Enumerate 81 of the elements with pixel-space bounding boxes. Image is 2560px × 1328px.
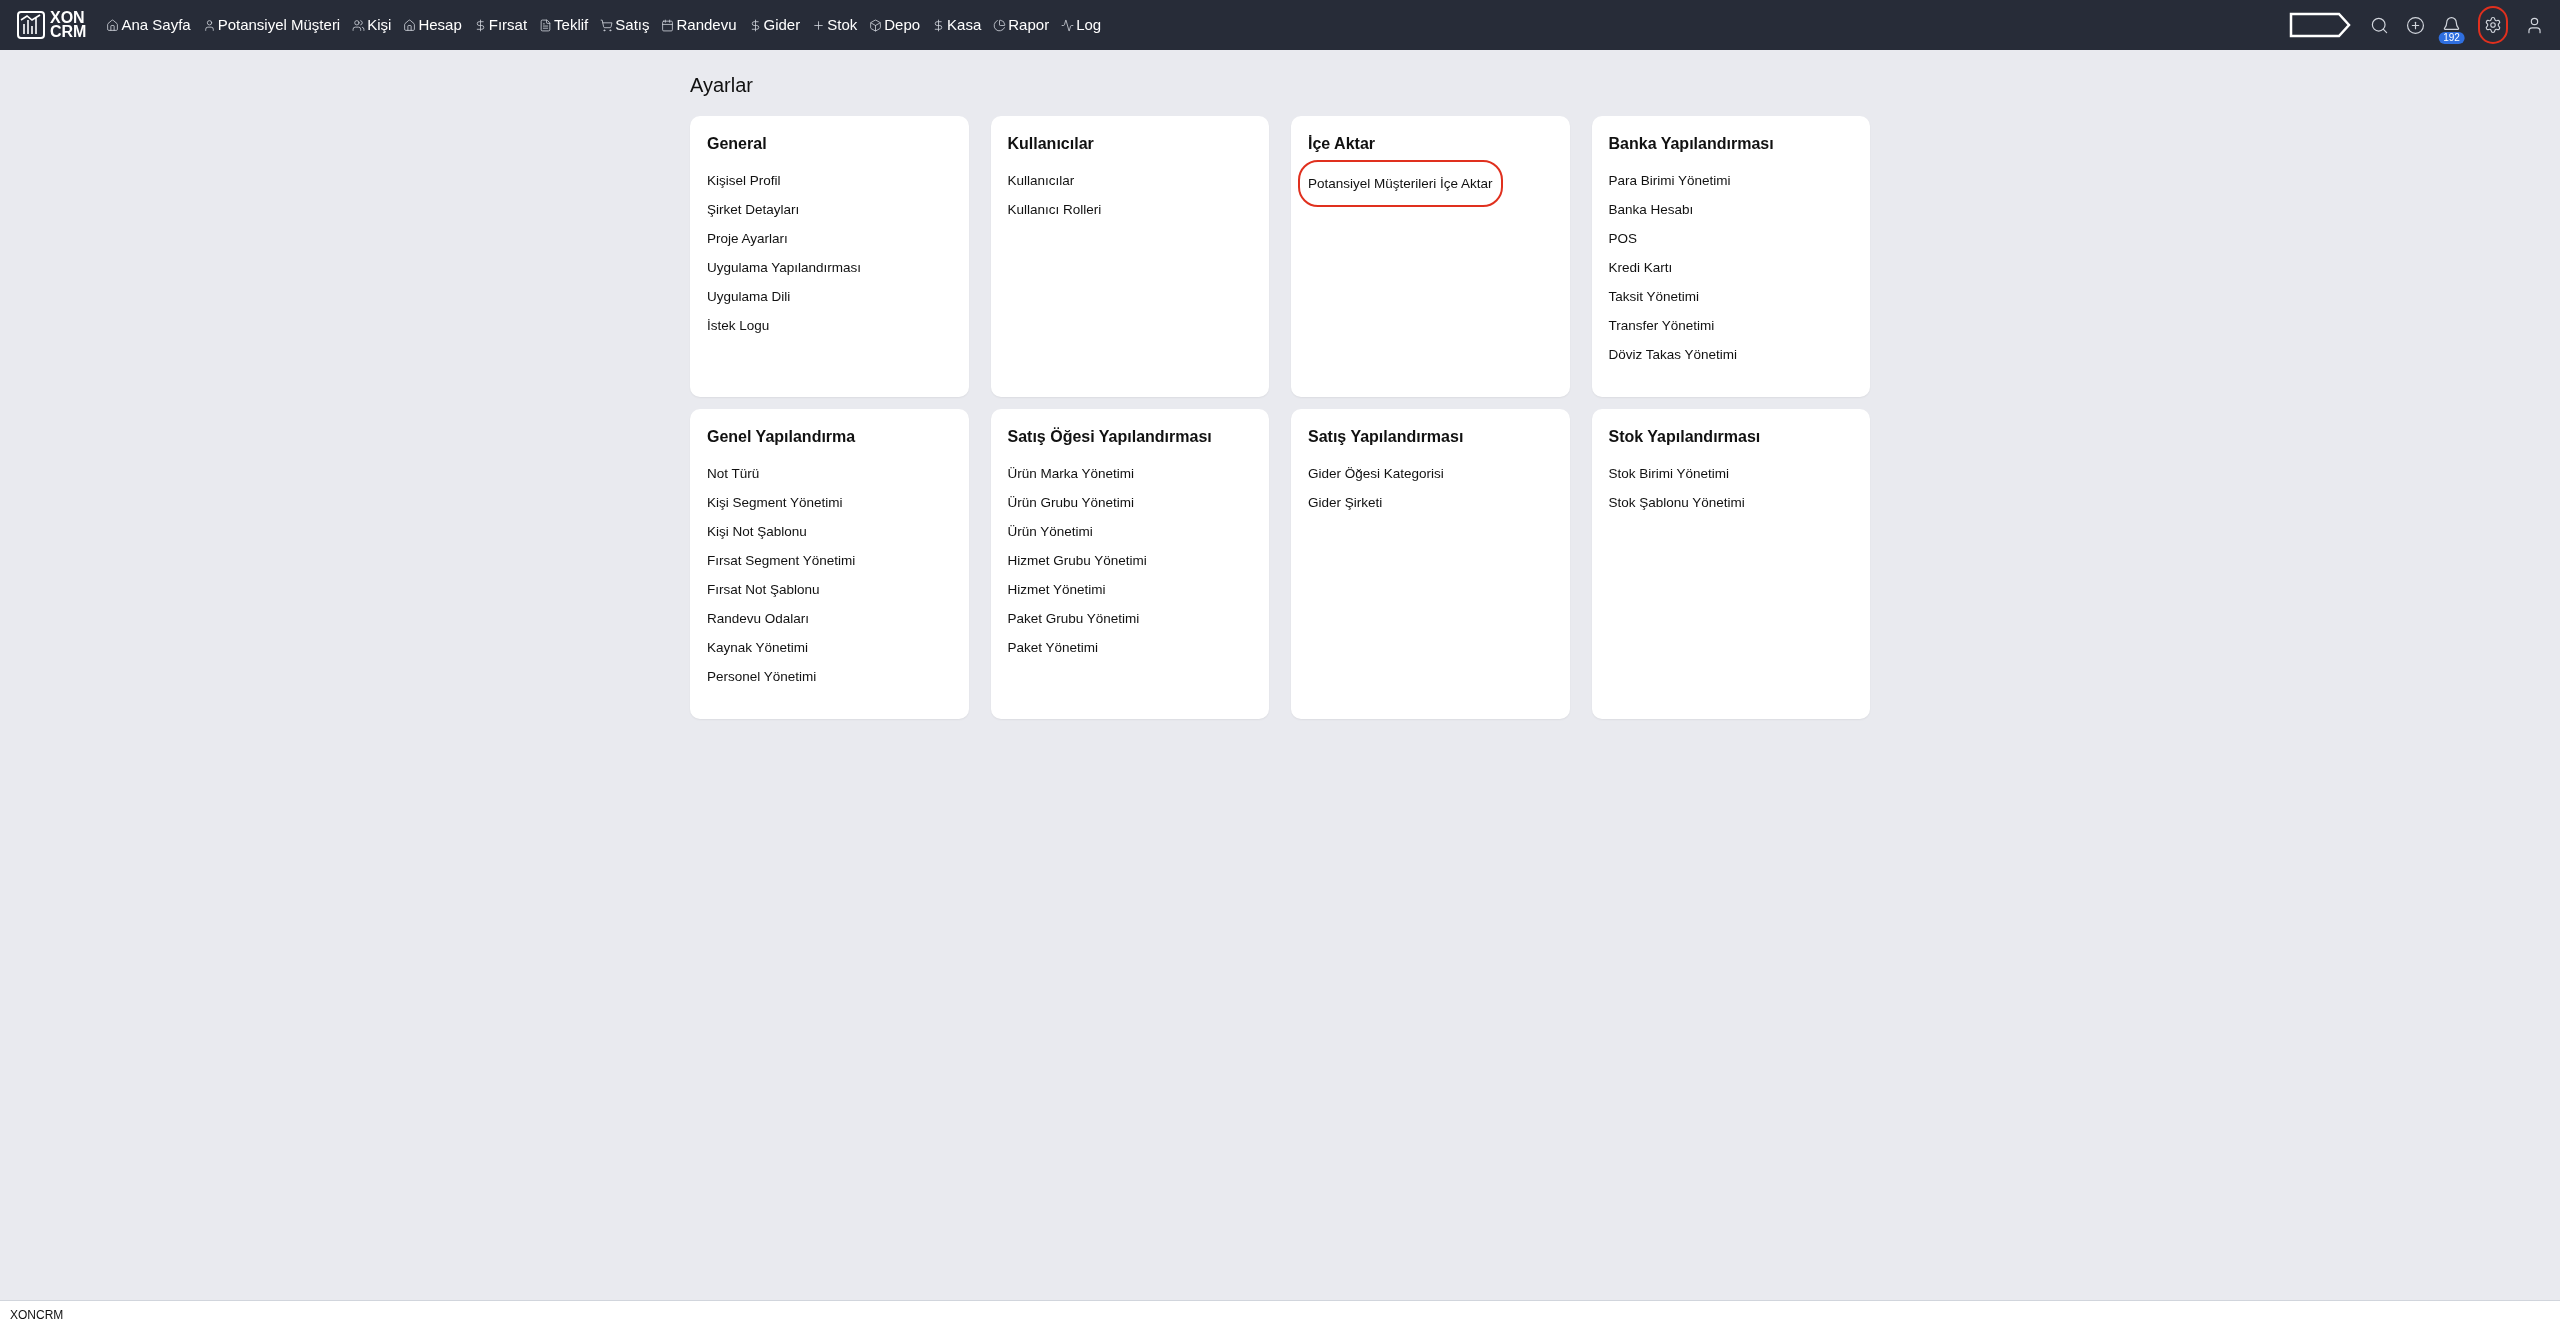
card-title: Kullanıcılar [1007,134,1095,154]
logo-text: XON [50,11,85,25]
settings-link[interactable]: Kullanıcılar [1007,166,1075,195]
settings-link[interactable]: Kaynak Yönetimi [707,633,809,662]
nav-link[interactable]: Stok [812,13,858,37]
settings-link[interactable]: Not Türü [707,459,760,488]
card-title: Satış Öğesi Yapılandırması [1007,426,1213,447]
settings-link[interactable]: POS [1608,224,1637,253]
card-title: Genel Yapılandırma [707,427,857,447]
settings-icon [2484,16,2502,34]
settings-link[interactable]: Fırsat Not Şablonu [707,575,820,604]
settings-link[interactable]: Uygulama Dili [707,282,791,311]
settings-link[interactable]: Taksit Yönetimi [1608,282,1700,311]
settings-link[interactable]: Transfer Yönetimi [1608,311,1715,340]
card-title: Stok Yapılandırması [1608,427,1762,447]
activity-icon [1061,18,1075,32]
nav-link[interactable]: Fırsat [473,13,528,37]
notification-badge: 192 [2438,31,2465,44]
nav-link[interactable]: Depo [869,13,921,37]
settings-link[interactable]: Fırsat Segment Yönetimi [707,546,856,575]
calendar-icon [661,18,675,32]
settings-link[interactable]: Kişi Segment Yönetimi [707,488,843,517]
settings-link[interactable]: Paket Yönetimi [1007,633,1099,662]
card-title: Banka Yapılandırması [1608,134,1775,154]
settings-link[interactable]: Banka Hesabı [1608,195,1694,224]
nav-link[interactable]: Hesap [403,13,462,37]
house-icon [403,18,417,32]
footer-text: XONCRM [10,1306,64,1324]
card-title: General [707,134,768,154]
pie-chart-icon [993,18,1007,32]
settings-link[interactable]: Para Birimi Yönetimi [1608,166,1731,195]
nav-link[interactable]: Teklif [539,13,589,37]
settings-link[interactable]: Ürün Grubu Yönetimi [1007,488,1135,517]
settings-link[interactable]: Döviz Takas Yönetimi [1608,340,1738,369]
settings-link[interactable]: Kişisel Profil [707,166,781,195]
page-title: Ayarlar [690,73,754,98]
add-icon[interactable] [2406,15,2425,35]
chevron-tag-icon [2289,12,2353,38]
chart-logo-icon [16,10,46,40]
card-title: Satış Yapılandırması [1308,427,1465,447]
house-icon [106,18,120,32]
nav-link[interactable]: Randevu [661,13,737,37]
document-icon [539,18,553,32]
settings-link[interactable]: Personel Yönetimi [707,662,817,691]
nav-link[interactable]: Satış [600,13,650,37]
settings-link[interactable]: Ürün Marka Yönetimi [1007,459,1135,488]
settings-link[interactable]: Kredi Kartı [1608,253,1673,282]
nav-link[interactable]: Kasa [932,13,982,37]
nav-link[interactable]: Log [1061,13,1102,37]
settings-link[interactable]: Stok Şablonu Yönetimi [1608,488,1745,517]
nav-link[interactable]: Potansiyel Müşteri [202,13,341,37]
logo-text: CRM [50,25,87,39]
nav-link[interactable]: Ana Sayfa [106,13,191,37]
user-icon [202,18,216,32]
settings-link[interactable]: Stok Birimi Yönetimi [1608,459,1730,488]
settings-link[interactable]: Randevu Odaları [707,604,810,633]
user-icon[interactable] [2525,15,2544,35]
settings-link[interactable]: Gider Öğesi Kategorisi [1308,459,1444,488]
settings-link[interactable]: Hizmet Grubu Yönetimi [1007,546,1147,575]
settings-link[interactable]: Kullanıcı Rolleri [1007,195,1102,224]
settings-link[interactable]: Gider Şirketi [1308,488,1383,517]
settings-link[interactable]: Ürün Yönetimi [1007,517,1093,546]
settings-link[interactable]: Paket Grubu Yönetimi [1007,604,1140,633]
users-icon [352,18,366,32]
nav-link[interactable]: Gider [748,13,801,37]
settings-link[interactable]: Kişi Not Şablonu [707,517,807,546]
app-logo[interactable]: XON CRM [16,10,87,40]
settings-link[interactable]: İstek Logu [707,311,770,340]
search-icon[interactable] [2370,15,2389,35]
settings-link[interactable]: Uygulama Yapılandırması [707,253,862,282]
card-title: İçe Aktar [1308,134,1376,154]
cart-icon [600,18,614,32]
settings-button[interactable] [2478,6,2508,44]
box-icon [869,18,883,32]
settings-link[interactable]: Hizmet Yönetimi [1007,575,1106,604]
settings-link[interactable]: Şirket Detayları [707,195,800,224]
plus-icon [812,18,826,32]
nav-link[interactable]: Rapor [993,13,1050,37]
nav-link[interactable]: Kişi [352,13,392,37]
settings-link[interactable]: Potansiyel Müşterileri İçe Aktar [1298,160,1503,207]
settings-link[interactable]: Proje Ayarları [707,224,788,253]
